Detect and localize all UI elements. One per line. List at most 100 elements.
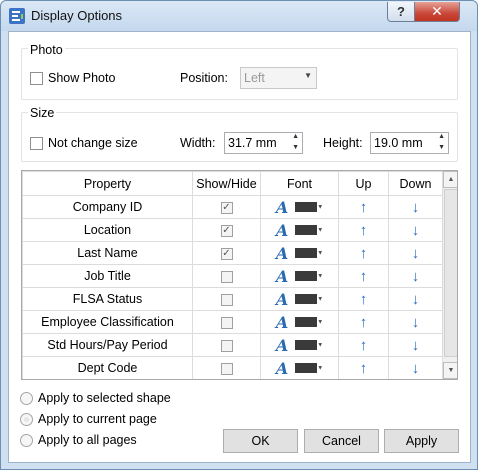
header-show-hide[interactable]: Show/Hide [192,171,261,196]
arrow-down-icon[interactable]: ↓ [412,337,420,354]
spin-down-icon[interactable]: ▼ [292,144,299,151]
scroll-thumb[interactable] [444,189,457,357]
chevron-down-icon[interactable]: ▼ [317,342,323,348]
font-color-swatch[interactable] [295,340,318,350]
arrow-up-icon[interactable]: ↑ [360,222,368,239]
spin-up-icon[interactable]: ▲ [292,133,299,140]
show-photo-label[interactable]: Show Photo [48,71,115,85]
show-hide-checkbox[interactable]: ✓ [220,247,233,260]
header-down[interactable]: Down [388,171,443,196]
font-icon[interactable]: A [276,221,288,240]
font-cell[interactable]: A ▼ [260,356,339,379]
apply-selected-shape-label[interactable]: Apply to selected shape [38,391,171,405]
chevron-down-icon[interactable]: ▼ [317,227,323,233]
spin-down-icon[interactable]: ▼ [438,144,445,151]
arrow-down-icon[interactable]: ↓ [412,222,420,239]
up-cell[interactable]: ↑ [338,218,389,242]
down-cell[interactable]: ↓ [388,241,443,265]
chevron-down-icon[interactable]: ▼ [317,204,323,210]
radio-apply-selected-shape[interactable] [20,392,33,405]
font-cell[interactable]: A ▼ [260,310,339,334]
arrow-up-icon[interactable]: ↑ [360,314,368,331]
apply-all-pages-label[interactable]: Apply to all pages [38,433,137,447]
show-hide-checkbox[interactable] [220,339,233,352]
arrow-down-icon[interactable]: ↓ [412,199,420,216]
radio-apply-current-page[interactable] [20,413,33,426]
show-hide-checkbox[interactable]: ✓ [220,201,233,214]
up-cell[interactable]: ↑ [338,195,389,219]
font-color-swatch[interactable] [295,271,318,281]
font-cell[interactable]: A ▼ [260,333,339,357]
scroll-up-button[interactable]: ▲ [443,171,457,188]
spin-up-icon[interactable]: ▲ [438,133,445,140]
up-cell[interactable]: ↑ [338,287,389,311]
font-color-swatch[interactable] [295,202,318,212]
font-cell[interactable]: A ▼ [260,264,339,288]
down-cell[interactable]: ↓ [388,264,443,288]
show-hide-cell[interactable] [192,356,261,379]
chevron-down-icon[interactable]: ▼ [317,273,323,279]
show-hide-cell[interactable] [192,287,261,311]
down-cell[interactable]: ↓ [388,356,443,379]
apply-button[interactable]: Apply [384,429,459,453]
show-hide-cell[interactable] [192,310,261,334]
font-cell[interactable]: A ▼ [260,195,339,219]
font-icon[interactable]: A [276,336,288,355]
chevron-down-icon[interactable]: ▼ [317,365,323,371]
arrow-up-icon[interactable]: ↑ [360,199,368,216]
up-cell[interactable]: ↑ [338,264,389,288]
up-cell[interactable]: ↑ [338,356,389,379]
down-cell[interactable]: ↓ [388,310,443,334]
font-icon[interactable]: A [276,267,288,286]
show-hide-checkbox[interactable] [220,270,233,283]
arrow-down-icon[interactable]: ↓ [412,268,420,285]
not-change-size-checkbox[interactable] [30,137,43,150]
chevron-down-icon[interactable]: ▼ [317,319,323,325]
width-spinner[interactable]: 31.7 mm ▲ ▼ [224,132,303,154]
show-hide-cell[interactable] [192,264,261,288]
table-row[interactable]: Dept Code A ▼ ↑ ↓ [22,356,443,379]
apply-current-page-label[interactable]: Apply to current page [38,412,157,426]
position-dropdown[interactable]: Left ▼ [240,67,317,89]
font-icon[interactable]: A [276,198,288,217]
table-row[interactable]: Company ID ✓ A ▼ ↑ ↓ [22,195,443,219]
radio-apply-all-pages[interactable] [20,434,33,447]
down-cell[interactable]: ↓ [388,218,443,242]
down-cell[interactable]: ↓ [388,195,443,219]
font-color-swatch[interactable] [295,225,318,235]
arrow-up-icon[interactable]: ↑ [360,337,368,354]
font-icon[interactable]: A [276,244,288,263]
show-hide-checkbox[interactable] [220,293,233,306]
show-hide-checkbox[interactable] [220,362,233,375]
header-property[interactable]: Property [22,171,193,196]
down-cell[interactable]: ↓ [388,287,443,311]
title-bar[interactable]: Display Options ? ✕ [1,1,477,31]
table-row[interactable]: Std Hours/Pay Period A ▼ ↑ ↓ [22,333,443,357]
show-hide-cell[interactable]: ✓ [192,195,261,219]
show-hide-checkbox[interactable] [220,316,233,329]
table-row[interactable]: Job Title A ▼ ↑ ↓ [22,264,443,288]
font-color-swatch[interactable] [295,248,318,258]
chevron-down-icon[interactable]: ▼ [317,296,323,302]
arrow-down-icon[interactable]: ↓ [412,291,420,308]
arrow-up-icon[interactable]: ↑ [360,360,368,377]
up-cell[interactable]: ↑ [338,310,389,334]
table-row[interactable]: Location ✓ A ▼ ↑ ↓ [22,218,443,242]
font-color-swatch[interactable] [295,294,318,304]
scroll-down-button[interactable]: ▼ [443,362,457,379]
font-icon[interactable]: A [276,313,288,332]
arrow-down-icon[interactable]: ↓ [412,360,420,377]
arrow-down-icon[interactable]: ↓ [412,245,420,262]
header-font[interactable]: Font [260,171,339,196]
arrow-up-icon[interactable]: ↑ [360,291,368,308]
header-up[interactable]: Up [338,171,389,196]
show-hide-cell[interactable]: ✓ [192,241,261,265]
up-cell[interactable]: ↑ [338,241,389,265]
show-photo-checkbox[interactable] [30,72,43,85]
font-cell[interactable]: A ▼ [260,218,339,242]
table-row[interactable]: Last Name ✓ A ▼ ↑ ↓ [22,241,443,265]
table-row[interactable]: FLSA Status A ▼ ↑ ↓ [22,287,443,311]
cancel-button[interactable]: Cancel [304,429,379,453]
down-cell[interactable]: ↓ [388,333,443,357]
not-change-size-label[interactable]: Not change size [48,136,138,150]
